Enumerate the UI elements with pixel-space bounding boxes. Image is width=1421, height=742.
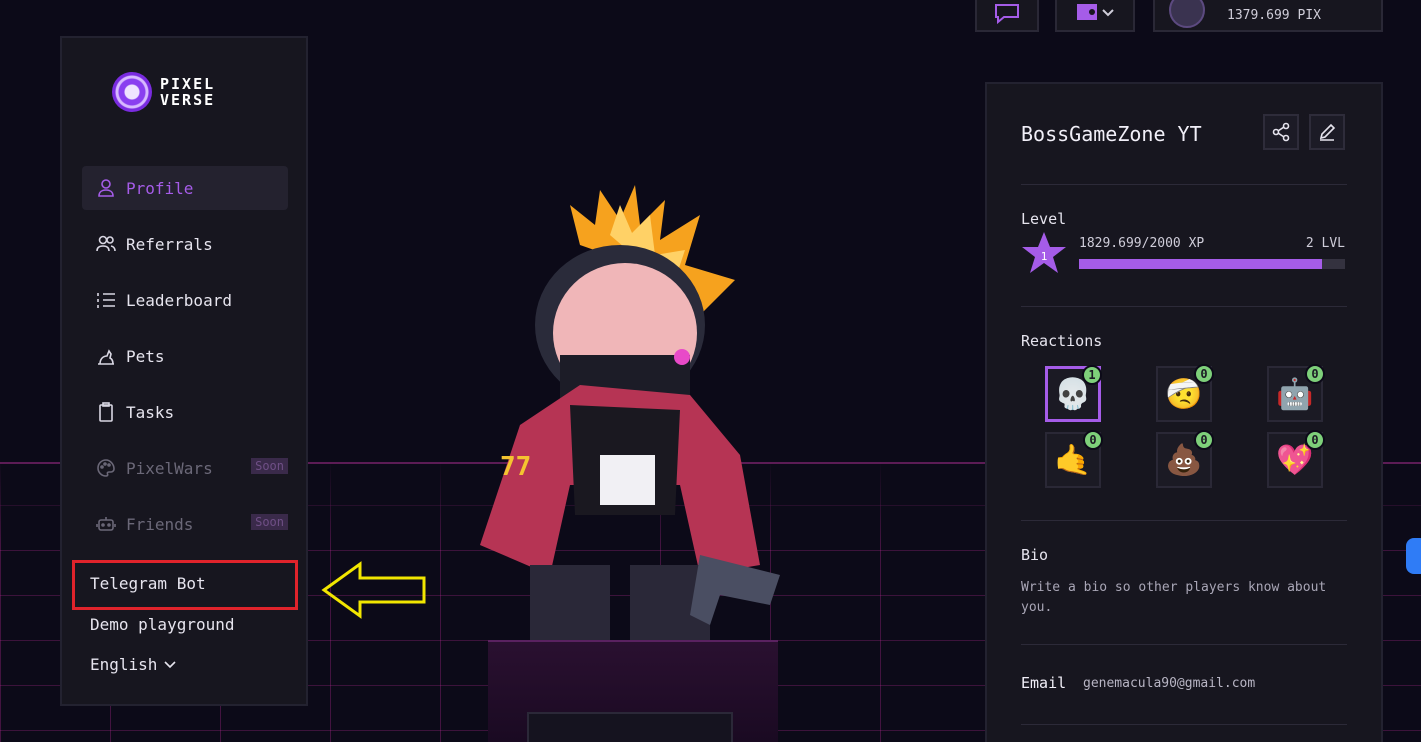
divider (1021, 644, 1347, 645)
username: BossGameZone YT (1021, 122, 1202, 146)
email-label: Email (1021, 674, 1067, 692)
logo-line2: VERSE (160, 91, 216, 109)
pixelverse-logo[interactable]: PIXEL VERSE (112, 72, 215, 112)
bio-text[interactable]: Write a bio so other players know about … (1021, 578, 1351, 618)
profile-panel: BossGameZone YT Level 1 1829.699/2000 XP… (985, 82, 1383, 742)
logo-mark-icon (112, 72, 152, 112)
reaction-skull[interactable]: 💀 1 (1045, 365, 1102, 422)
sidebar-item-leaderboard[interactable]: Leaderboard (82, 278, 288, 322)
reaction-poop[interactable]: 💩 0 (1156, 430, 1214, 488)
sidebar-item-label: Pets (126, 346, 165, 366)
level-star-icon: 1 (1022, 232, 1066, 273)
palette-icon (97, 459, 115, 477)
level-number: 1 (1041, 250, 1048, 263)
divider (1021, 724, 1347, 725)
sidebar-item-tasks[interactable]: Tasks (82, 390, 288, 434)
divider (1021, 306, 1347, 307)
side-widget-button[interactable] (1406, 538, 1421, 574)
email-value: genemacula90@gmail.com (1083, 676, 1256, 691)
soon-badge: Soon (251, 458, 288, 474)
svg-text:77: 77 (500, 452, 531, 482)
wallet-icon (1077, 4, 1097, 20)
reaction-count-badge: 1 (1082, 365, 1102, 385)
divider (1021, 520, 1347, 521)
sidebar-item-label: Friends (126, 514, 194, 534)
annotation-arrow-icon (321, 561, 426, 619)
pix-balance: 1379.699 PIX (1227, 8, 1321, 23)
bio-label: Bio (1021, 546, 1049, 564)
next-level-text: 2 LVL (1305, 236, 1345, 251)
sidebar-item-label: Referrals (126, 234, 213, 254)
reaction-count-badge: 0 (1194, 430, 1214, 450)
divider (1021, 184, 1347, 185)
reaction-count-badge: 0 (1305, 430, 1325, 450)
user-icon (98, 179, 114, 197)
pet-icon (98, 349, 114, 365)
reaction-bruised-face[interactable]: 🤕 0 (1156, 364, 1214, 422)
reaction-rainbow-heart[interactable]: 💖 0 (1267, 430, 1325, 488)
reaction-count-badge: 0 (1083, 430, 1103, 450)
chevron-down-icon (1102, 9, 1114, 17)
reaction-count-badge: 0 (1194, 364, 1214, 384)
reaction-hand[interactable]: 🤙 0 (1045, 430, 1103, 488)
sidebar-item-label: Profile (126, 178, 194, 198)
edit-button[interactable] (1309, 114, 1345, 150)
robot-icon (96, 517, 116, 531)
logo-line1: PIXEL (160, 75, 216, 93)
chat-bubble-icon (995, 4, 1019, 25)
wallet-dropdown[interactable] (1055, 0, 1135, 32)
avatar (1169, 0, 1205, 28)
character-avatar: 77 (480, 185, 780, 685)
level-label: Level (1021, 210, 1067, 228)
list-numbered-icon (97, 293, 115, 308)
edit-avatar-button[interactable] (527, 712, 733, 742)
language-selector[interactable]: English (90, 655, 177, 674)
pencil-icon (1319, 123, 1336, 141)
xp-progress-text: 1829.699/2000 XP (1079, 236, 1205, 251)
sidebar-item-label: PixelWars (126, 458, 213, 478)
account-menu[interactable]: 1379.699 PIX (1153, 0, 1383, 32)
soon-badge: Soon (251, 514, 288, 530)
reaction-count-badge: 0 (1305, 364, 1325, 384)
share-button[interactable] (1263, 114, 1299, 150)
clipboard-icon (99, 402, 113, 422)
users-icon (96, 235, 116, 252)
sidebar-item-pets[interactable]: Pets (82, 334, 288, 378)
sidebar-item-friends: Friends Soon (82, 502, 288, 546)
reactions-label: Reactions (1021, 332, 1103, 350)
language-label: English (90, 655, 158, 674)
chat-button[interactable] (975, 0, 1039, 32)
annotation-highlight-box (72, 560, 298, 610)
demo-playground-link[interactable]: Demo playground (90, 615, 235, 634)
sidebar-item-label: Tasks (126, 402, 175, 422)
sidebar-item-label: Leaderboard (126, 290, 232, 310)
xp-progress-bar (1079, 259, 1345, 269)
share-icon (1272, 122, 1290, 142)
sidebar-item-referrals[interactable]: Referrals (82, 222, 288, 266)
chevron-down-icon (164, 660, 177, 668)
sidebar-item-profile[interactable]: Profile (82, 166, 288, 210)
reaction-robot-face[interactable]: 🤖 0 (1267, 364, 1325, 422)
sidebar-item-pixelwars: PixelWars Soon (82, 446, 288, 490)
xp-progress-fill (1079, 259, 1323, 269)
